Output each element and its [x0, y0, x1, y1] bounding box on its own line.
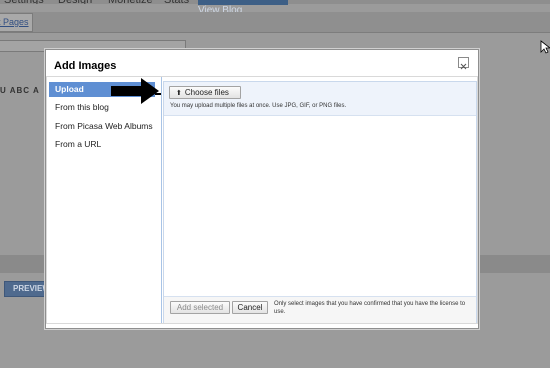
upload-panel: ⬆ Choose files You may upload multiple fi… [163, 81, 477, 323]
preview-button[interactable]: PREVIEW [4, 281, 50, 297]
close-button[interactable] [458, 57, 469, 70]
close-icon [460, 63, 467, 70]
dialog-title: Add Images [54, 60, 117, 72]
license-notice: Only select images that you have confirm… [274, 301, 466, 315]
tab-view-blog[interactable]: View Blog [198, 0, 288, 16]
upload-header: ⬆ Choose files You may upload multiple fi… [164, 82, 476, 116]
sidebar-item-picasa[interactable]: From Picasa Web Albums [49, 119, 155, 134]
source-sidebar: Upload From this blog From Picasa Web Al… [47, 77, 162, 323]
add-selected-button[interactable]: Add selected [170, 301, 230, 314]
choose-files-button[interactable]: ⬆ Choose files [169, 86, 241, 99]
arrow-right-icon [111, 78, 161, 104]
sidebar-item-from-url[interactable]: From a URL [49, 137, 155, 152]
tab-monetize[interactable]: Monetize [108, 0, 153, 4]
editor-toolbar[interactable]: U ABC A [0, 86, 40, 95]
dialog-body: Upload From this blog From Picasa Web Al… [46, 76, 478, 324]
background-tab-bar: Settings Design Monetize Stats View Blog [0, 0, 550, 16]
upload-icon: ⬆ [176, 90, 182, 97]
edit-pages-link[interactable]: it Pages [0, 13, 33, 32]
tab-design[interactable]: Design [58, 0, 92, 4]
tab-settings[interactable]: Settings [4, 0, 44, 4]
choose-files-label: Choose files [184, 88, 229, 97]
upload-hint: You may upload multiple files at once. U… [170, 103, 347, 109]
tab-stats[interactable]: Stats [164, 0, 189, 4]
background-subnav [0, 12, 550, 33]
mouse-cursor-icon [540, 40, 550, 54]
dialog-footer: Add selected Cancel Only select images t… [164, 296, 476, 323]
cancel-button[interactable]: Cancel [232, 301, 268, 314]
